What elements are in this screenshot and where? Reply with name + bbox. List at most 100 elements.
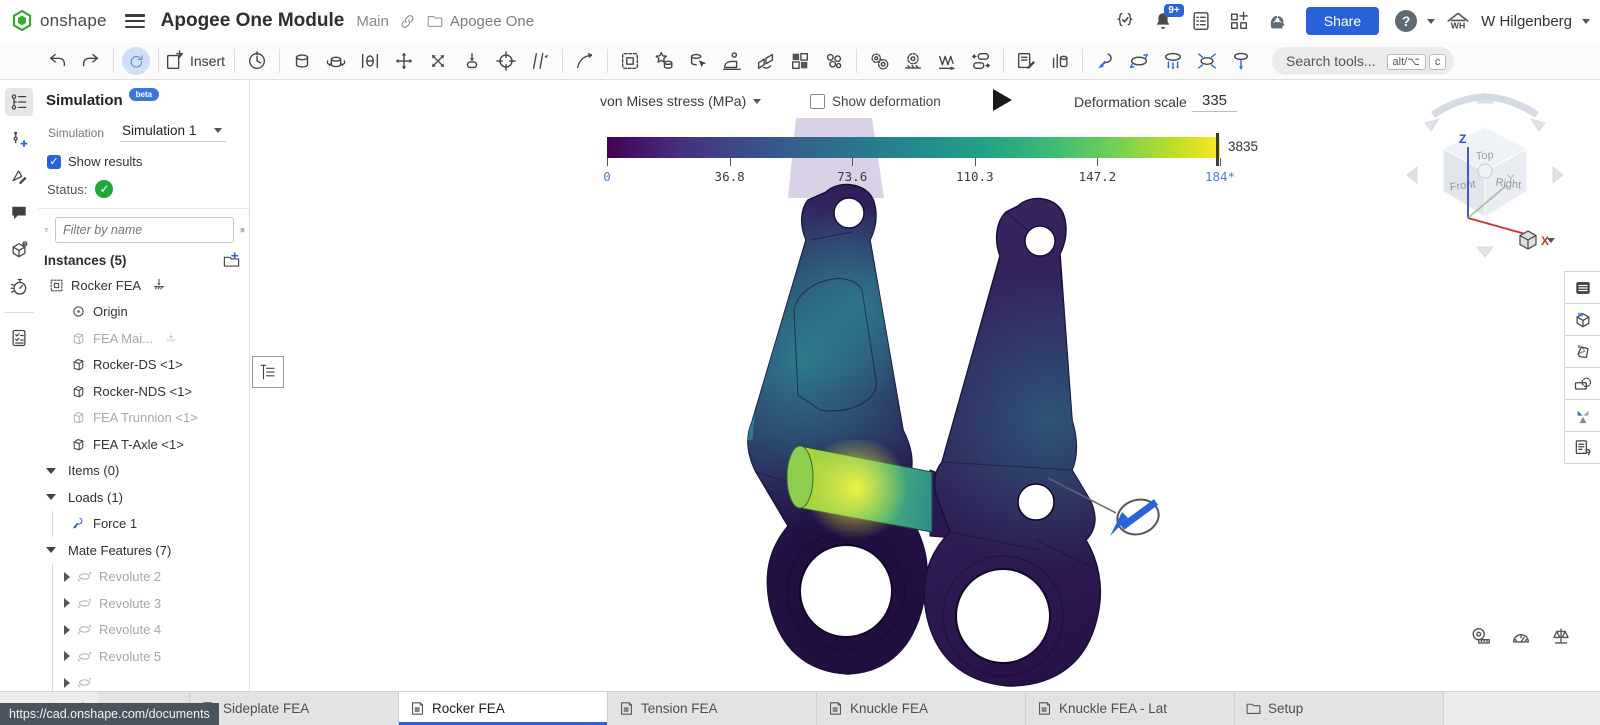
- simulation-spring-icon[interactable]: [930, 46, 964, 76]
- tree-row-revolute-5[interactable]: Revolute 5: [38, 643, 249, 670]
- chevron-right-icon[interactable]: [64, 598, 70, 608]
- update-sync-icon[interactable]: [122, 47, 150, 75]
- viewcube-down-arrow[interactable]: [1477, 247, 1493, 257]
- gravity-load-icon[interactable]: [1224, 46, 1258, 76]
- tab-tension-fea[interactable]: Tension FEA: [608, 692, 817, 725]
- revolve-icon[interactable]: [647, 46, 681, 76]
- view-cube-menu-caret[interactable]: [1547, 238, 1555, 243]
- tasks-icon[interactable]: [1188, 8, 1214, 34]
- tree-row-items-0[interactable]: Items (0): [38, 458, 249, 485]
- insert-folder-icon[interactable]: [222, 251, 241, 270]
- cylindrical-mate-icon[interactable]: [489, 46, 523, 76]
- assembly-features-icon[interactable]: [896, 46, 930, 76]
- model-axle-tube[interactable]: [787, 440, 940, 540]
- tree-row-origin[interactable]: Origin: [38, 299, 249, 326]
- mesh-view-icon[interactable]: [1564, 303, 1600, 336]
- simulation-select[interactable]: Simulation 1: [120, 123, 226, 142]
- deformation-scale-input[interactable]: 335: [1192, 92, 1237, 112]
- chevron-right-icon[interactable]: [64, 651, 70, 661]
- named-positions-icon[interactable]: [240, 46, 274, 76]
- drag-parts-icon[interactable]: [715, 46, 749, 76]
- torque-load-icon[interactable]: [1122, 46, 1156, 76]
- viewcube-rotate-left-arrow[interactable]: [1425, 119, 1439, 131]
- tree-row-fea-mai[interactable]: FEA Mai...: [38, 325, 249, 352]
- panel-flyout-handle[interactable]: [252, 356, 284, 388]
- filter-input[interactable]: [55, 217, 234, 243]
- filter-icon[interactable]: [44, 221, 49, 239]
- viewcube-left-arrow[interactable]: [1407, 167, 1417, 183]
- show-results-checkbox[interactable]: ✓: [47, 155, 61, 169]
- sketch-edit-icon[interactable]: [5, 162, 33, 190]
- chevron-right-icon[interactable]: [64, 678, 70, 688]
- pin-slot-mate-icon[interactable]: [455, 46, 489, 76]
- mate-connector-icon[interactable]: [681, 46, 715, 76]
- mass-properties-icon[interactable]: [1510, 625, 1532, 652]
- tree-row-fea-trunnion-1[interactable]: FEA Trunnion <1>: [38, 405, 249, 432]
- main-menu-icon[interactable]: [125, 14, 145, 28]
- help-cube-icon[interactable]: ?: [5, 236, 33, 264]
- chevron-down-icon[interactable]: [46, 494, 56, 500]
- avatar[interactable]: WH: [1445, 8, 1471, 34]
- group-icon[interactable]: [613, 46, 647, 76]
- measure-icon[interactable]: [1470, 625, 1492, 652]
- configurations-icon[interactable]: [862, 46, 896, 76]
- tree-row-clipped[interactable]: [38, 670, 249, 693]
- pattern-icon[interactable]: [783, 46, 817, 76]
- workspace-branch[interactable]: Main: [356, 13, 389, 30]
- link-icon[interactable]: [399, 13, 416, 30]
- chevron-down-icon[interactable]: [46, 468, 56, 474]
- view-orientation-cube-icon[interactable]: [1515, 228, 1541, 252]
- tab-rocker-fea[interactable]: Rocker FEA: [399, 692, 608, 725]
- fastened-mate-icon[interactable]: [285, 46, 319, 76]
- ball-mate-icon[interactable]: [421, 46, 455, 76]
- help-caret-icon[interactable]: [1427, 19, 1435, 24]
- chevron-right-icon[interactable]: [64, 572, 70, 582]
- tree-row-loads-1[interactable]: Loads (1): [38, 484, 249, 511]
- mesh-part-icon[interactable]: [1564, 335, 1600, 368]
- share-button[interactable]: Share: [1306, 7, 1379, 35]
- bearing-load-icon[interactable]: [1156, 46, 1190, 76]
- tab-knuckle-fea-lat[interactable]: Knuckle FEA - Lat: [1026, 692, 1235, 725]
- tab-sideplate-fea[interactable]: Sideplate FEA: [190, 692, 399, 725]
- replace-instances-icon[interactable]: [964, 46, 998, 76]
- play-animation-button[interactable]: [993, 89, 1012, 111]
- tree-row-fea-t-axle-1[interactable]: FEA T-Axle <1>: [38, 431, 249, 458]
- tree-row-rocker-fea[interactable]: Rocker FEA: [38, 272, 249, 299]
- tasks-list-icon[interactable]: [5, 324, 33, 352]
- section-view-icon[interactable]: [1564, 367, 1600, 400]
- tree-row-revolute-2[interactable]: Revolute 2: [38, 564, 249, 591]
- insert-button[interactable]: Insert: [164, 46, 229, 76]
- viewcube-right-arrow[interactable]: [1553, 167, 1563, 183]
- tree-row-mate-features-7[interactable]: Mate Features (7): [38, 537, 249, 564]
- chevron-right-icon[interactable]: [64, 625, 70, 635]
- compare-icon[interactable]: [1550, 625, 1572, 652]
- tree-row-rocker-nds-1[interactable]: Rocker-NDS <1>: [38, 378, 249, 405]
- user-caret-icon[interactable]: [1582, 19, 1590, 24]
- result-type-dropdown[interactable]: von Mises stress (MPa): [600, 93, 761, 109]
- parallel-mate-icon[interactable]: [523, 46, 557, 76]
- tab-setup[interactable]: Setup: [1235, 692, 1444, 725]
- comments-icon[interactable]: [5, 199, 33, 227]
- tab-knuckle-fea[interactable]: Knuckle FEA: [817, 692, 1026, 725]
- search-tools-box[interactable]: Search tools... alt/⌥c: [1272, 47, 1454, 75]
- named-views-icon[interactable]: [1564, 431, 1600, 464]
- list-view-icon[interactable]: [240, 221, 245, 239]
- project-name[interactable]: Apogee One: [450, 13, 534, 30]
- snap-mode-icon[interactable]: [749, 46, 783, 76]
- planar-mate-icon[interactable]: [387, 46, 421, 76]
- redo-icon[interactable]: [74, 46, 108, 76]
- tree-row-revolute-4[interactable]: Revolute 4: [38, 617, 249, 644]
- tree-row-force-1[interactable]: Force 1: [38, 511, 249, 538]
- viewcube-rotate-right-arrow[interactable]: [1531, 119, 1545, 131]
- versions-icon[interactable]: [5, 125, 33, 153]
- learning-center-icon[interactable]: [1264, 8, 1290, 34]
- revolute-mate-icon[interactable]: [319, 46, 353, 76]
- slider-mate-icon[interactable]: [353, 46, 387, 76]
- undo-icon[interactable]: [40, 46, 74, 76]
- tangent-mate-icon[interactable]: [568, 46, 602, 76]
- exploded-view-icon[interactable]: [1564, 399, 1600, 432]
- part-cluster-icon[interactable]: [817, 46, 851, 76]
- api-explorer-icon[interactable]: [1112, 8, 1138, 34]
- apps-icon[interactable]: [1226, 8, 1252, 34]
- model-right-plate[interactable]: [910, 180, 1150, 692]
